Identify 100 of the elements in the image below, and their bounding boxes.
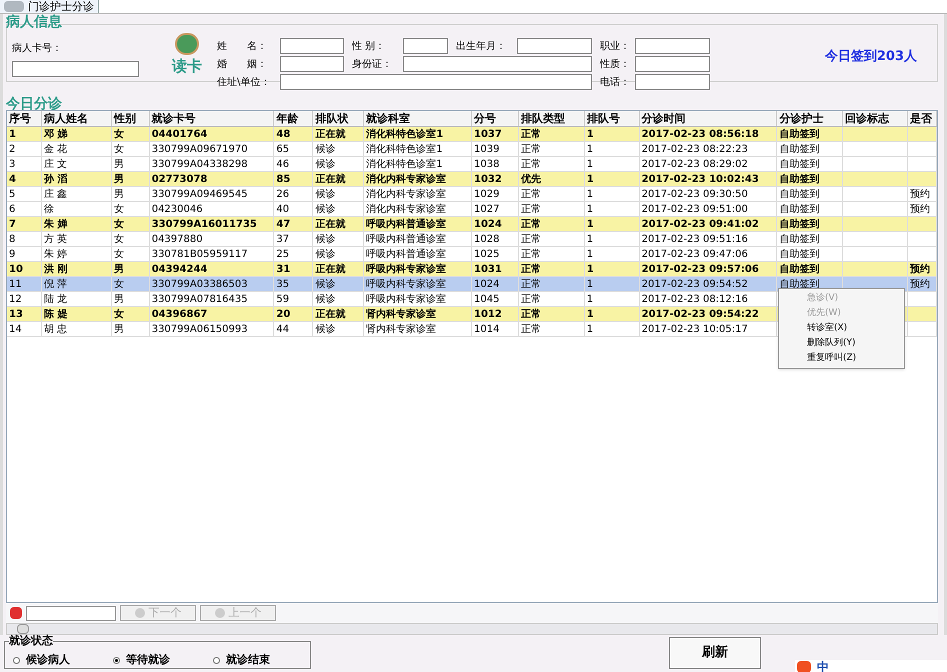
column-header[interactable]: 分号: [472, 111, 519, 126]
table-cell: 消化内科专家诊室: [366, 174, 446, 185]
table-cell: 1025: [474, 249, 500, 260]
table-cell: 1032: [474, 174, 502, 185]
input-field[interactable]: [280, 56, 344, 72]
radio-option[interactable]: 候诊病人: [13, 652, 83, 668]
radio-option[interactable]: 就诊结束: [213, 652, 283, 668]
table-cell: 25: [276, 249, 290, 260]
table-cell: 倪 萍: [44, 279, 68, 290]
table-cell: 2017-02-23 08:29:02: [642, 159, 748, 170]
table-cell: 1: [9, 129, 16, 140]
section-title: 今日分诊: [6, 96, 63, 112]
input-field[interactable]: [280, 74, 592, 90]
card-number-field[interactable]: [12, 61, 139, 77]
table-row[interactable]: 11 倪 萍 女 330799A03386503 35 候诊 呼吸内科专家诊室 1024 正常 1 2017-02-23 09:54:52 自助签到 预约: [7, 277, 937, 292]
column-header[interactable]: 就诊科室: [364, 111, 472, 126]
table-row[interactable]: 4 孙 滔 男 02773078 85 正在就 消化内科专家诊室 1032 优先 1 2017-02-23 10:02:43 自助签到: [7, 172, 937, 187]
table-row[interactable]: 10 洪 刚 男 04394244 31 正在就 呼吸内科专家诊室 1031 正常 1 2017-02-23 09:57:06 自助签到 预约: [7, 262, 937, 277]
table-row[interactable]: 5 庄 鑫 男 330799A09469545 26 候诊 消化内科专家诊室 1029 正常 1 2017-02-23 09:30:50 自助签到 预约: [7, 187, 937, 202]
table-row[interactable]: 2 金 花 女 330799A09671970 65 候诊 消化科特色诊室1 1039 正常 1 2017-02-23 08:22:23 自助签到: [7, 142, 937, 157]
close-icon[interactable]: [10, 607, 22, 619]
table-cell: 男: [114, 159, 124, 170]
table-cell: 3: [9, 159, 16, 170]
menu-item[interactable]: 重复呼叫(Z): [779, 351, 904, 366]
table-cell: 候诊: [315, 144, 336, 155]
table-cell: 330799A07816435: [152, 294, 248, 305]
ime-logo-icon: [797, 661, 811, 672]
column-header[interactable]: 排队类型: [518, 111, 585, 126]
table-cell: 优先: [520, 174, 541, 185]
input-field[interactable]: [517, 38, 592, 54]
table-cell: 1: [586, 234, 594, 245]
table-cell: 7: [9, 219, 16, 230]
column-header[interactable]: 分诊护士: [777, 111, 844, 126]
column-header[interactable]: 序号: [7, 111, 42, 126]
column-header[interactable]: 分诊时间: [640, 111, 778, 126]
table-cell: 正在就: [315, 219, 346, 230]
table-cell: 1031: [474, 264, 502, 275]
column-header[interactable]: 病人姓名: [42, 111, 112, 126]
table-row[interactable]: 8 方 英 女 04397880 37 候诊 呼吸内科普通诊室 1028 正常 1 2017-02-23 09:51:16 自助签到: [7, 232, 937, 247]
input-field[interactable]: [635, 38, 710, 54]
menu-item[interactable]: 转诊室(X): [779, 321, 904, 336]
column-header[interactable]: 年龄: [274, 111, 314, 126]
window-tab[interactable]: 门诊护士分诊: [0, 0, 99, 13]
table-cell: 方 英: [44, 234, 68, 245]
table-cell: 候诊: [315, 189, 336, 200]
horizontal-scrollbar[interactable]: [6, 623, 938, 635]
table-cell: 男: [114, 174, 124, 185]
table-cell: 正常: [520, 129, 541, 140]
table-cell: 自助签到: [779, 144, 820, 155]
table-cell: 2017-02-23 08:22:23: [642, 144, 748, 155]
table-cell: 消化科特色诊室1: [366, 129, 444, 140]
table-row[interactable]: 3 庄 文 男 330799A04338298 46 候诊 消化科特色诊室1 1038 正常 1 2017-02-23 08:29:02 自助签到: [7, 157, 937, 172]
table-cell: 46: [276, 159, 290, 170]
input-field[interactable]: [280, 38, 344, 54]
column-header[interactable]: 排队状: [313, 111, 364, 126]
table-cell: 330799A09671970: [152, 144, 248, 155]
table-cell: 正常: [520, 264, 541, 275]
table-row[interactable]: 7 朱 婵 女 330799A16011735 47 正在就 呼吸内科普通诊室 1024 正常 1 2017-02-23 09:41:02 自助签到: [7, 217, 937, 232]
table-cell: 男: [114, 324, 124, 335]
column-header[interactable]: 性别: [112, 111, 150, 126]
table-cell: 庄 鑫: [44, 189, 68, 200]
field-label: 出生年月：: [456, 40, 507, 54]
table-cell: 10: [9, 264, 23, 275]
search-field[interactable]: [26, 606, 116, 620]
table-cell: 候诊: [315, 249, 336, 260]
table-cell: 1037: [474, 129, 502, 140]
table-cell: 预约: [910, 204, 930, 215]
table-cell: 呼吸内科专家诊室: [366, 294, 446, 305]
table-cell: 31: [276, 264, 290, 275]
table-cell: 候诊: [315, 159, 336, 170]
table-row[interactable]: 1 邓 娣 女 04401764 48 正在就 消化科特色诊室1 1037 正常 1 2017-02-23 08:56:18 自助签到: [7, 127, 937, 142]
table-cell: 男: [114, 264, 124, 275]
column-header[interactable]: 是否: [908, 111, 937, 126]
table-cell: 2017-02-23 10:05:17: [642, 324, 748, 335]
field-label: 婚 姻：: [217, 58, 268, 72]
table-cell: 1038: [474, 159, 500, 170]
table-cell: 陈 媞: [44, 309, 68, 320]
input-field[interactable]: [403, 56, 592, 72]
refresh-button[interactable]: 刷新: [669, 637, 761, 669]
table-cell: 消化科特色诊室1: [366, 144, 443, 155]
table-cell: 2017-02-23 09:41:02: [642, 219, 759, 230]
table-cell: 候诊: [315, 324, 336, 335]
table-cell: 徐: [44, 204, 54, 215]
table-cell: 37: [276, 234, 290, 245]
column-header[interactable]: 就诊卡号: [150, 111, 274, 126]
table-cell: 候诊: [315, 204, 336, 215]
column-header[interactable]: 回诊标志: [843, 111, 908, 126]
input-field[interactable]: [635, 56, 710, 72]
radio-option[interactable]: 等待就诊: [113, 652, 183, 668]
input-field[interactable]: [403, 38, 448, 54]
table-row[interactable]: 6 徐 女 04230046 40 候诊 消化内科专家诊室 1027 正常 1 2017-02-23 09:51:00 自助签到 预约: [7, 202, 937, 217]
menu-item[interactable]: 删除队列(Y): [779, 336, 904, 351]
down-icon: [134, 608, 144, 618]
table-cell: 女: [114, 249, 124, 260]
table-cell: 正常: [520, 294, 541, 305]
input-field[interactable]: [635, 74, 710, 90]
table-cell: 04401764: [152, 129, 208, 140]
column-header[interactable]: 排队号: [584, 111, 640, 126]
table-cell: 肾内科专家诊室: [366, 324, 436, 335]
table-row[interactable]: 9 朱 婷 女 330781B05959117 25 候诊 呼吸内科普通诊室 1025 正常 1 2017-02-23 09:47:06 自助签到: [7, 247, 937, 262]
